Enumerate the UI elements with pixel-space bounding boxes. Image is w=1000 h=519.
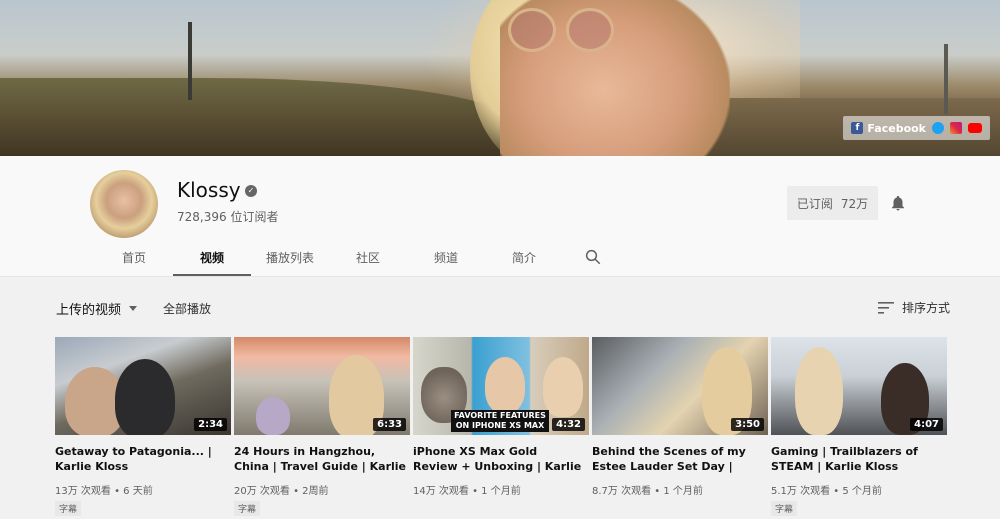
video-duration: 4:32 <box>552 418 585 431</box>
avatar[interactable] <box>90 170 158 238</box>
channel-banner: f Facebook <box>0 0 1000 156</box>
section-title: 上传的视频 <box>56 303 122 318</box>
subscribe-button[interactable]: 已订阅 72万 <box>787 186 878 220</box>
video-duration: 2:34 <box>194 418 227 431</box>
facebook-link[interactable]: f Facebook <box>851 122 926 135</box>
thumbnail-umbrella <box>256 397 290 435</box>
instagram-icon[interactable] <box>950 122 962 134</box>
video-views: 8.7万 次观看 <box>592 486 652 497</box>
video-card[interactable]: 2:34 Getaway to Patagonia... | Karlie Kl… <box>55 337 231 516</box>
sort-label: 排序方式 <box>902 301 951 315</box>
thumbnail-person <box>115 359 175 435</box>
captions-badge: 字幕 <box>55 501 82 516</box>
captions-badge: 字幕 <box>234 501 261 516</box>
channel-tabs: 首页 视频 播放列表 社区 频道 简介 <box>95 242 623 276</box>
videos-section: 上传的视频 全部播放 排序方式 2:34 Getaway to Patagoni… <box>0 277 1000 519</box>
channel-search-button[interactable] <box>563 242 623 276</box>
video-meta: 8.7万 次观看 • 1 个月前 <box>592 482 768 497</box>
facebook-label: Facebook <box>867 121 926 135</box>
subscribe-label: 已订阅 <box>796 196 833 211</box>
video-duration: 4:07 <box>910 418 943 431</box>
captions-badge: 字幕 <box>771 501 798 516</box>
video-views: 5.1万 次观看 <box>771 486 831 497</box>
banner-pole <box>188 22 192 100</box>
video-title[interactable]: Behind the Scenes of my Estee Lauder Set… <box>592 444 768 474</box>
video-meta: 20万 次观看 • 2周前 <box>234 482 410 497</box>
meta-separator: • <box>289 486 303 497</box>
subscribe-count: 72万 <box>840 196 869 211</box>
thumbnail-overlay-text: FAVORITE FEATURES ON IPHONE XS MAX <box>451 410 549 432</box>
video-views: 13万 次观看 <box>55 486 111 497</box>
video-title[interactable]: Getaway to Patagonia... | Karlie Kloss <box>55 444 231 474</box>
meta-separator: • <box>468 486 482 497</box>
video-duration: 6:33 <box>373 418 406 431</box>
thumbnail-person <box>795 347 843 435</box>
video-thumbnail[interactable]: FAVORITE FEATURES ON IPHONE XS MAX 4:32 <box>413 337 589 435</box>
video-card[interactable]: FAVORITE FEATURES ON IPHONE XS MAX 4:32 … <box>413 337 589 516</box>
video-meta: 14万 次观看 • 1 个月前 <box>413 482 589 497</box>
video-meta: 5.1万 次观看 • 5 个月前 <box>771 482 947 497</box>
facebook-icon: f <box>851 122 864 134</box>
video-thumbnail[interactable]: 6:33 <box>234 337 410 435</box>
video-age: 1 个月前 <box>481 486 521 497</box>
video-age: 6 天前 <box>123 486 153 497</box>
search-icon <box>585 249 601 265</box>
thumbnail-person <box>543 357 583 417</box>
video-views: 20万 次观看 <box>234 486 290 497</box>
video-meta: 13万 次观看 • 6 天前 <box>55 482 231 497</box>
verified-icon: ✓ <box>245 185 257 197</box>
video-title[interactable]: iPhone XS Max Gold Review + Unboxing | K… <box>413 444 589 474</box>
sort-icon <box>878 301 894 314</box>
video-age: 2周前 <box>302 486 329 497</box>
video-thumbnail[interactable]: 2:34 <box>55 337 231 435</box>
video-thumbnail[interactable]: 4:07 <box>771 337 947 435</box>
video-grid: 2:34 Getaway to Patagonia... | Karlie Kl… <box>55 337 947 516</box>
banner-palm <box>944 44 948 114</box>
video-age: 5 个月前 <box>842 486 882 497</box>
tab-about[interactable]: 简介 <box>485 242 563 276</box>
tab-community[interactable]: 社区 <box>329 242 407 276</box>
social-links: f Facebook <box>843 116 990 140</box>
video-title[interactable]: 24 Hours in Hangzhou, China | Travel Gui… <box>234 444 410 474</box>
video-card[interactable]: 4:07 Gaming | Trailblazers of STEAM | Ka… <box>771 337 947 516</box>
video-age: 1 个月前 <box>663 486 703 497</box>
video-card[interactable]: 6:33 24 Hours in Hangzhou, China | Trave… <box>234 337 410 516</box>
video-thumbnail[interactable]: 3:50 <box>592 337 768 435</box>
twitter-icon[interactable] <box>932 122 944 134</box>
play-all-button[interactable]: 全部播放 <box>163 300 211 317</box>
tab-videos[interactable]: 视频 <box>173 242 251 276</box>
video-title[interactable]: Gaming | Trailblazers of STEAM | Karlie … <box>771 444 947 474</box>
tab-playlists[interactable]: 播放列表 <box>251 242 329 276</box>
youtube-icon[interactable] <box>968 123 982 133</box>
meta-separator: • <box>110 486 124 497</box>
tab-channels[interactable]: 频道 <box>407 242 485 276</box>
thumbnail-person <box>485 357 525 413</box>
uploads-dropdown[interactable]: 上传的视频 <box>56 299 138 318</box>
sort-button[interactable]: 排序方式 <box>878 299 950 316</box>
video-duration: 3:50 <box>731 418 764 431</box>
video-card[interactable]: 3:50 Behind the Scenes of my Estee Laude… <box>592 337 768 516</box>
meta-separator: • <box>651 486 664 497</box>
meta-separator: • <box>830 486 843 497</box>
subscriber-count: 728,396 位订阅者 <box>177 210 279 224</box>
video-views: 14万 次观看 <box>413 486 469 497</box>
tab-home[interactable]: 首页 <box>95 242 173 276</box>
channel-name: Klossy <box>177 178 241 202</box>
notification-bell-icon[interactable] <box>889 193 907 213</box>
banner-sunglasses <box>508 8 618 58</box>
caret-down-icon <box>129 306 138 311</box>
channel-header: Klossy ✓ 728,396 位订阅者 已订阅 72万 首页 视频 播放列表… <box>0 156 1000 276</box>
